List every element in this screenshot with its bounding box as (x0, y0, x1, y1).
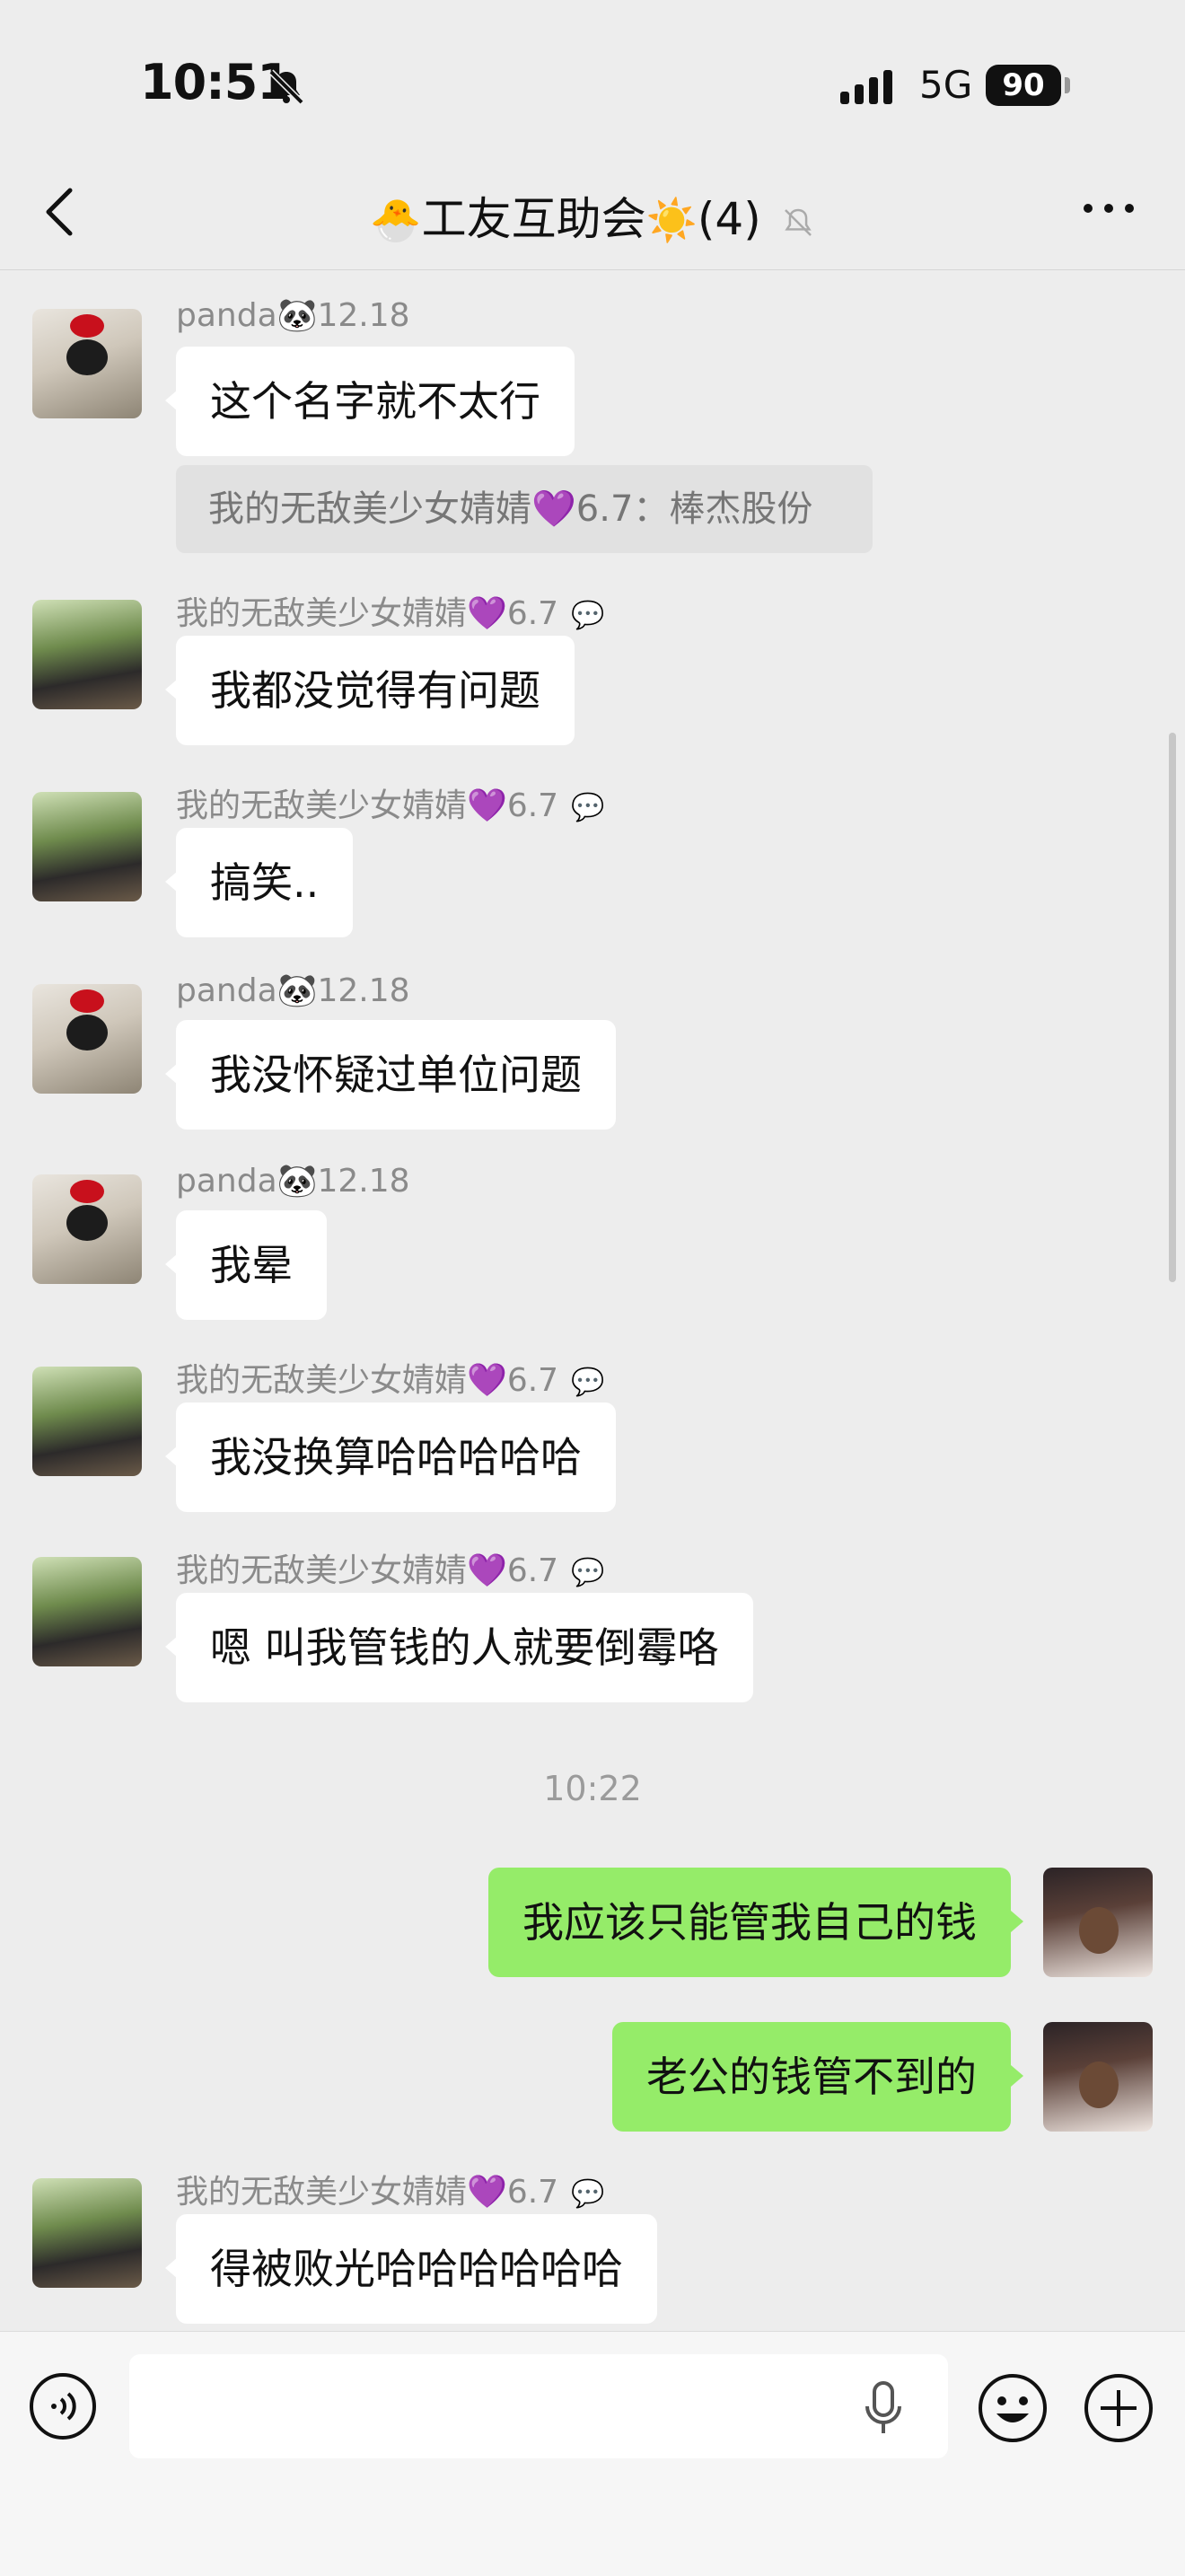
outgoing-message-bubble[interactable]: 我应该只能管我自己的钱 (488, 1868, 1023, 1977)
chat-bubble-icon: 💬 (571, 600, 605, 631)
message-bubble[interactable]: 搞笑.. (164, 828, 354, 937)
sender-name: 我的无敌美少女婧婧💜6.7 💬 (176, 787, 605, 824)
sun-icon: ☀️ (645, 196, 698, 244)
microphone-icon[interactable] (864, 2379, 903, 2437)
avatar-self[interactable] (1043, 2022, 1153, 2132)
message-bubble[interactable]: 得被败光哈哈哈哈哈哈 (165, 2214, 657, 2324)
quoted-message[interactable]: 我的无敌美少女婧婧💜6.7：棒杰股份 (176, 465, 873, 553)
sender-name: 我的无敌美少女婧婧💜6.7 💬 (176, 1552, 605, 1589)
hatching-chick-icon: 🐣 (370, 196, 422, 244)
avatar-self[interactable] (1043, 1868, 1153, 1977)
message-bubble[interactable]: 嗯 叫我管钱的人就要倒霉咯 (165, 1593, 753, 1702)
avatar-jingjing[interactable] (32, 1557, 142, 1666)
sender-name: panda🐼12.18 (176, 1163, 410, 1200)
message-bubble[interactable]: 我晕 (165, 1210, 327, 1320)
outgoing-message-bubble[interactable]: 老公的钱管不到的 (612, 2022, 1023, 2132)
battery-tip (1065, 77, 1070, 93)
network-type: 5G (919, 63, 973, 107)
avatar-panda[interactable] (32, 1174, 142, 1284)
silent-bell-icon (268, 69, 304, 105)
voice-wave-icon[interactable] (29, 2372, 97, 2440)
message-bubble[interactable]: 这个名字就不太行 (165, 347, 575, 456)
sender-name: 我的无敌美少女婧婧💜6.7 💬 (176, 595, 605, 632)
chat-title[interactable]: 🐣工友互助会☀️(4) (0, 183, 1185, 248)
more-dots-icon[interactable] (1077, 190, 1140, 226)
avatar-jingjing[interactable] (32, 600, 142, 709)
signal-strength-icon (840, 70, 892, 104)
chat-bubble-icon: 💬 (571, 2178, 605, 2210)
avatar-panda[interactable] (32, 984, 142, 1094)
chat-bubble-icon: 💬 (571, 1557, 605, 1588)
sender-name: panda🐼12.18 (176, 297, 410, 334)
avatar-jingjing[interactable] (32, 2178, 142, 2288)
battery-indicator: 90 (986, 65, 1061, 106)
mute-bell-icon (784, 208, 812, 236)
message-bubble[interactable]: 我都没觉得有问题 (165, 636, 575, 745)
sender-name: panda🐼12.18 (176, 972, 410, 1009)
sender-name: 我的无敌美少女婧婧💜6.7 💬 (176, 1362, 605, 1399)
chat-bubble-icon: 💬 (571, 792, 605, 823)
avatar-jingjing[interactable] (32, 1367, 142, 1476)
member-count: (4) (697, 193, 761, 245)
emoji-icon[interactable] (977, 2372, 1049, 2444)
avatar-panda[interactable] (32, 309, 142, 418)
message-bubble[interactable]: 我没换算哈哈哈哈哈 (165, 1402, 616, 1512)
avatar-jingjing[interactable] (32, 792, 142, 901)
group-name: 工友互助会 (421, 193, 646, 245)
message-bubble[interactable]: 我没怀疑过单位问题 (165, 1020, 616, 1130)
message-input[interactable] (129, 2354, 948, 2458)
chat-bubble-icon: 💬 (571, 1367, 605, 1398)
message-timestamp: 10:22 (543, 1769, 642, 1808)
scrollbar[interactable] (1169, 733, 1176, 1282)
sender-name: 我的无敌美少女婧婧💜6.7 💬 (176, 2174, 605, 2211)
plus-icon[interactable] (1083, 2372, 1154, 2444)
